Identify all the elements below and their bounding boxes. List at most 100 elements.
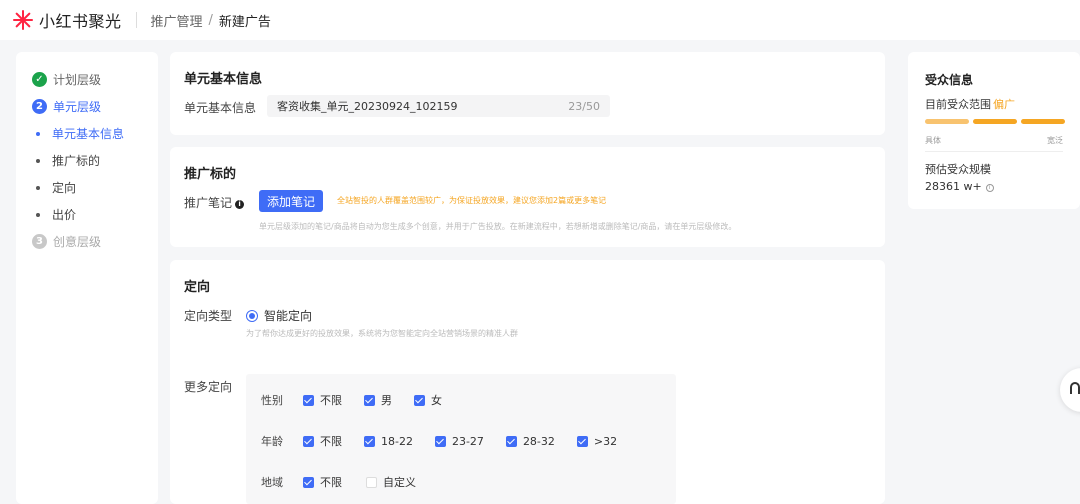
range-label: 目前受众范围 [925,98,991,111]
sub-step-label: 定向 [52,181,77,195]
range-segment [973,119,1017,124]
checkbox-checked-icon [414,394,425,406]
checkbox-checked-icon [576,435,588,447]
char-counter: 23/50 [568,99,600,113]
step-label: 计划层级 [53,73,102,87]
dot-icon [36,212,40,217]
sub-step-label: 出价 [52,208,77,222]
hint-text: 为了帮你达成更好的投放效果，系统将为您智能定向全站营销场景的精准人群 [246,329,518,338]
step-label: 创意层级 [53,235,102,249]
estimate-count: 28361 w+ i [925,180,994,193]
age-over-32-checkbox[interactable]: >32 [576,434,618,448]
gender-male-checkbox[interactable]: 男 [364,392,392,408]
checkbox-label: 不限 [320,476,342,489]
row-label: 年龄 [261,435,283,448]
sub-step-promotion[interactable]: 推广标的 [16,147,158,174]
brand-name: 小红书聚光 [39,12,122,31]
sub-step-label: 推广标的 [52,154,101,168]
region-unlimited-checkbox[interactable]: 不限 [303,474,342,490]
more-targeting-label: 更多定向 [184,380,233,394]
warning-text: 全站智投的人群覆盖范围较广，为保证投放效果，建议您添加2篇或更多笔记 [337,196,607,205]
smart-targeting-radio[interactable]: 智能定向 [246,307,312,324]
range-value: 偏广 [993,98,1015,111]
field-label: 推广笔记 [184,196,233,210]
scale-left: 具体 [925,136,941,145]
gender-female-checkbox[interactable]: 女 [414,392,442,408]
scale-right: 宽泛 [1047,136,1063,145]
unit-name-value: 客资收集_单元_20230924_102159 [277,100,458,113]
checkbox-checked-icon [303,435,314,447]
range-segment [1021,119,1065,124]
age-unlimited-checkbox[interactable]: 不限 [303,433,342,449]
breadcrumb-current: 新建广告 [218,14,271,30]
brand-logo-icon [12,9,34,31]
row-label: 性别 [261,394,283,407]
more-targeting-panel: 性别 不限 男 女 年龄 不限 18-22 23-27 28-32 >32 地域… [246,374,676,504]
sub-step-targeting[interactable]: 定向 [16,174,158,201]
breadcrumb-parent[interactable]: 推广管理 [151,11,203,30]
checkbox-label: 28-32 [522,434,555,448]
step-number-icon: 2 [32,99,47,114]
sub-step-bidding[interactable]: 出价 [16,201,158,228]
audience-range: 目前受众范围 偏广 [925,96,1015,112]
age-23-27-checkbox[interactable]: 23-27 [434,434,484,448]
gender-row: 性别 不限 男 女 [261,392,464,408]
checkbox-label: 不限 [320,435,342,448]
panel-divider [925,151,1063,152]
promotion-card: 推广标的 推广笔记 i 添加笔记 全站智投的人群覆盖范围较广，为保证投放效果，建议… [170,147,885,247]
range-scale: 具体 宽泛 [925,135,1063,146]
step-label: 单元层级 [53,100,102,114]
audience-title: 受众信息 [925,73,974,87]
step-plan-level[interactable]: ✓ 计划层级 [16,66,158,93]
audience-panel: 受众信息 目前受众范围 偏广 具体 宽泛 预估受众规模 28361 w+ i [908,52,1080,209]
checkbox-checked-icon [303,394,314,406]
checkbox-checked-icon [434,435,446,447]
checkbox-checked-icon [364,435,375,447]
checkbox-checked-icon [303,476,314,488]
row-label: 地域 [261,476,283,489]
customer-service-button[interactable] [1060,368,1080,412]
gender-unlimited-checkbox[interactable]: 不限 [303,392,342,408]
sub-step-unit-info[interactable]: 单元基本信息 [16,120,158,147]
age-18-22-checkbox[interactable]: 18-22 [364,435,413,448]
region-row: 地域 不限 自定义 [261,474,438,490]
checkbox-label: 23-27 [451,434,484,448]
checkbox-label: 不限 [320,394,342,407]
age-28-32-checkbox[interactable]: 28-32 [505,434,555,448]
targeting-card: 定向 定向类型 智能定向 为了帮你达成更好的投放效果，系统将为您智能定向全站营销… [170,260,885,504]
dot-icon [36,158,40,163]
estimate-value: 28361 w+ [925,180,982,193]
step-sidebar: ✓ 计划层级 2 单元层级 单元基本信息 推广标的 定向 出价 3 创意层级 [16,52,158,504]
radio-icon [246,309,258,322]
radio-label: 智能定向 [264,309,313,323]
top-bar: 小红书聚光 推广管理 / 新建广告 [0,0,1080,40]
region-custom-checkbox[interactable]: 自定义 [366,474,416,490]
info-icon[interactable]: i [235,200,245,209]
hint-text: 单元层级添加的笔记/商品将自动为您生成多个创意，并用于广告投放。在新建流程中，若… [259,222,737,231]
age-row: 年龄 不限 18-22 23-27 28-32 >32 [261,433,639,449]
breadcrumb-separator: / [208,12,213,28]
topbar-divider [135,12,137,28]
unit-name-input[interactable]: 客资收集_单元_20230924_102159 23/50 [267,95,610,117]
estimate-label: 预估受众规模 [925,163,991,176]
checkbox-label: 18-22 [381,434,413,448]
unit-info-card: 单元基本信息 单元基本信息 客资收集_单元_20230924_102159 23… [170,52,885,135]
headset-icon [1070,382,1080,394]
checkbox-label: 男 [381,394,392,407]
checkbox-checked-icon [505,435,517,447]
brand-logo[interactable]: 小红书聚光 [12,8,122,32]
help-icon[interactable]: i [985,184,994,192]
checkbox-checked-icon [364,394,375,406]
sub-step-label: 单元基本信息 [52,127,125,141]
audience-range-bar [925,119,1069,124]
step-creative-level[interactable]: 3 创意层级 [16,228,158,255]
checkbox-unchecked-icon [366,476,377,488]
dot-icon [36,131,40,136]
card-title: 单元基本信息 [184,72,263,87]
checkbox-label: >32 [593,434,618,448]
range-segment [925,119,969,124]
card-title: 推广标的 [184,167,237,182]
promotion-note-label: 推广笔记 i [184,194,245,211]
step-unit-level[interactable]: 2 单元层级 [16,93,158,120]
add-note-button[interactable]: 添加笔记 [259,190,323,212]
